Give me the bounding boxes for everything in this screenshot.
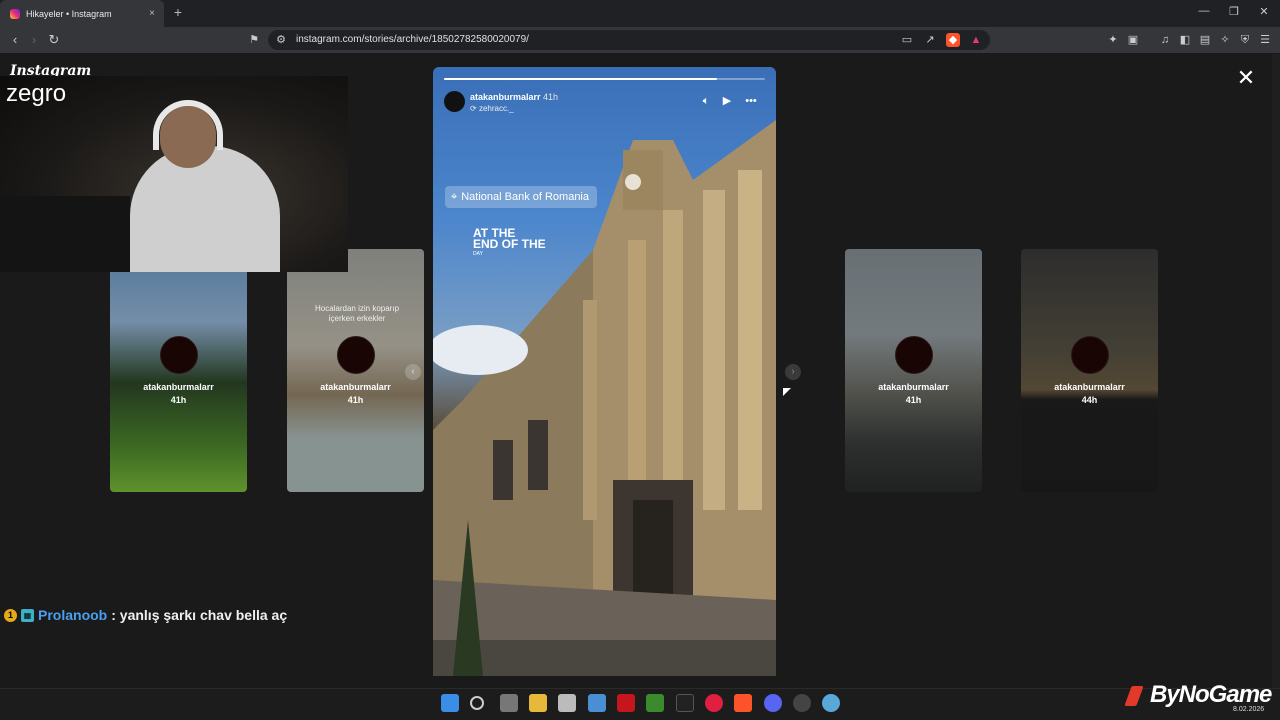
new-tab-button[interactable]: + [170, 4, 186, 22]
brave-rewards-icon[interactable]: ▲ [969, 33, 983, 47]
webcam-person [130, 146, 280, 272]
chat-username: Prolanoob [38, 607, 108, 623]
brand-watermark: ByNoGame [1150, 681, 1272, 708]
reload-icon[interactable]: ↻ [46, 32, 62, 48]
next-story-arrow-icon[interactable]: › [785, 364, 801, 380]
location-pin-icon: ⌖ [451, 190, 458, 203]
restore-button[interactable]: ❐ [1224, 5, 1244, 18]
discord-icon[interactable] [764, 694, 782, 712]
side-story-card-3[interactable]: atakanburmalarr 41h [845, 249, 982, 492]
avatar [159, 336, 198, 374]
location-sticker[interactable]: ⌖ National Bank of Romania [445, 186, 597, 208]
repost-username[interactable]: zehracc._ [479, 104, 514, 113]
search-icon[interactable] [470, 696, 484, 710]
headphones-icon [153, 100, 223, 150]
screenshot-icon[interactable]: ▣ [1126, 33, 1140, 47]
card-time: 44h [1081, 395, 1098, 405]
card-username: atakanburmalarr [1054, 382, 1125, 392]
media-player-icon[interactable] [705, 694, 723, 712]
windows-taskbar [0, 688, 1280, 720]
tab-close-icon[interactable]: × [146, 8, 158, 19]
side-story-card-1[interactable]: atakanburmalarr 41h [110, 249, 247, 492]
url-text[interactable]: instagram.com/stories/archive/1850278258… [296, 34, 529, 45]
page-scrollbar[interactable] [1272, 54, 1280, 688]
share-icon[interactable]: ↗ [923, 33, 937, 47]
chat-message: 1 ▦ Prolanoob : yanlış şarkı chav bella … [4, 607, 287, 623]
browser-tab-bar [0, 0, 1280, 27]
leo-ai-icon[interactable]: ✧ [1218, 33, 1232, 47]
repost-source[interactable]: ⟳ zehracc._ [470, 104, 514, 113]
more-options-icon[interactable]: ••• [744, 95, 758, 107]
browser-icon[interactable] [822, 694, 840, 712]
task-view-icon[interactable] [500, 694, 518, 712]
vpn-icon[interactable]: ⛨ [1238, 33, 1252, 47]
instagram-favicon-icon [10, 8, 20, 19]
story-progress-fill [444, 78, 717, 80]
overlay-line-2: END OF THE [473, 237, 546, 251]
app-icon[interactable] [558, 694, 576, 712]
avatar[interactable] [444, 91, 465, 112]
site-info-icon[interactable]: ⚙ [274, 33, 288, 47]
avatar [894, 336, 933, 374]
avatar [336, 336, 375, 374]
chat-text: : yanlış şarkı chav bella aç [111, 607, 288, 623]
extensions-icon[interactable]: ✦ [1106, 33, 1120, 47]
menu-icon[interactable]: ☰ [1258, 33, 1272, 47]
netflix-icon[interactable] [617, 694, 635, 712]
card-caption: Hocalardan izin koparıp içerken erkekler [314, 304, 400, 323]
tradingview-icon[interactable] [676, 694, 694, 712]
card-username: atakanburmalarr [878, 382, 949, 392]
browser-tab[interactable]: Hikayeler • Instagram × [0, 0, 164, 27]
side-story-card-2[interactable]: Hocalardan izin koparıp içerken erkekler… [287, 249, 424, 492]
side-story-card-4[interactable]: atakanburmalarr 44h [1021, 249, 1158, 492]
system-date: 8.02.2026 [1233, 706, 1265, 713]
sidebar-icon[interactable]: ◧ [1178, 33, 1192, 47]
close-viewer-icon[interactable]: ✕ [1236, 67, 1256, 89]
store-icon[interactable] [588, 694, 606, 712]
webcam-background [0, 196, 130, 272]
play-icon[interactable]: ▶ [720, 95, 734, 107]
card-username: atakanburmalarr [320, 382, 391, 392]
minimize-button[interactable]: — [1194, 5, 1214, 17]
chat-badge-2-icon: ▦ [21, 608, 34, 622]
media-icon[interactable]: ♫ [1158, 33, 1172, 47]
cast-icon[interactable]: ▭ [900, 33, 914, 47]
story-username[interactable]: atakanburmalarr [470, 92, 541, 102]
streamer-name: zegro [6, 80, 67, 107]
mute-icon[interactable]: 🔈︎ [699, 95, 713, 107]
windows-start-icon[interactable] [441, 694, 459, 712]
mouse-cursor-icon [783, 388, 791, 396]
story-progress-bar [444, 78, 765, 80]
card-time: 41h [905, 395, 922, 405]
minecraft-icon[interactable] [646, 694, 664, 712]
bookmark-icon[interactable]: ⚑ [246, 32, 262, 48]
chat-badge-icon: 1 [4, 608, 17, 622]
overlay-line-3: DAY [473, 251, 483, 257]
brave-shield-icon[interactable]: ◆ [946, 33, 960, 47]
tab-title: Hikayeler • Instagram [26, 8, 112, 19]
steam-icon[interactable] [793, 694, 811, 712]
location-name: National Bank of Romania [461, 191, 589, 203]
file-explorer-icon[interactable] [529, 694, 547, 712]
previous-story-arrow-icon[interactable]: ‹ [405, 364, 421, 380]
brave-browser-icon[interactable] [734, 694, 752, 712]
window-close-button[interactable]: ✕ [1254, 5, 1274, 18]
story-time: 41h [543, 92, 559, 102]
card-username: atakanburmalarr [143, 382, 214, 392]
card-time: 41h [170, 395, 187, 405]
avatar [1070, 336, 1109, 374]
repost-icon: ⟳ [470, 104, 477, 113]
back-icon[interactable]: ‹ [7, 32, 23, 48]
forward-icon[interactable]: › [26, 32, 42, 48]
card-time: 41h [347, 395, 364, 405]
wallet-icon[interactable]: ▤ [1198, 33, 1212, 47]
story-text-overlay: AT THE END OF THE [473, 227, 546, 251]
